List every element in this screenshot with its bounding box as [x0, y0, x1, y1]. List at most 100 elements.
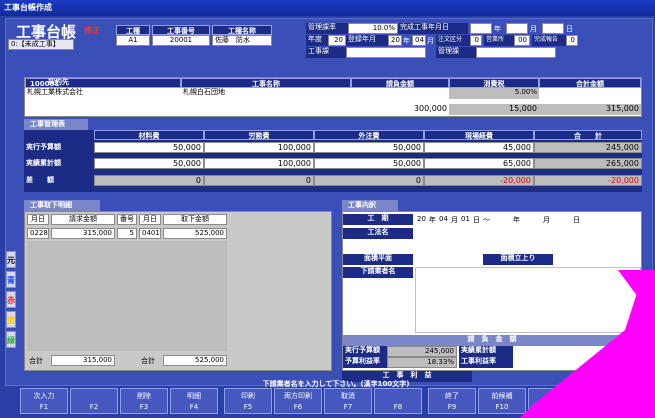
complete-year[interactable] [470, 23, 492, 34]
kind-input[interactable]: A1 [116, 35, 150, 46]
kind-label: 工種 [116, 25, 150, 35]
mgmt-cell: 0 [94, 175, 204, 186]
mgmt-cell[interactable]: 50,000 [94, 142, 204, 153]
mgmt-row-label: 実績累計額 [24, 159, 94, 170]
side-button-green[interactable]: 緑 [6, 331, 16, 348]
reg-month[interactable]: 04 [412, 35, 426, 46]
mgmt-row-label: 差 額 [24, 176, 94, 187]
detail-table: 月日 請求金額 番号 月日 取下金額 0228 315,000 5 0401 5… [24, 211, 332, 371]
period-y1[interactable]: 20 [417, 215, 426, 223]
tax-label: 消費税 [449, 78, 539, 88]
mgmt-row-label: 実行予算額 [24, 143, 94, 154]
period-tilde: ～ [483, 216, 490, 224]
mgmt-cell[interactable]: 50,000 [314, 158, 424, 169]
mgmt-cell-negative: -20,000 [424, 175, 534, 186]
f2-button[interactable]: F2 [70, 388, 118, 414]
fkey-key: F9 [447, 403, 457, 411]
mgmt-title: 工事管理表 [24, 119, 88, 130]
detail-col: 月日 [27, 214, 49, 225]
no-label: 工事番号 [152, 25, 210, 35]
f3-button[interactable]: 削除 F3 [120, 388, 168, 414]
mgmt-cell[interactable]: 100,000 [204, 158, 314, 169]
mgmt-col: 労務費 [204, 130, 314, 140]
side-button-moto[interactable]: 元 [6, 251, 16, 268]
mgmt-cell[interactable]: 100,000 [204, 142, 314, 153]
f10-button[interactable]: 前候補 F10 [478, 388, 526, 414]
client-value[interactable]: 札幌工業株式会社 [25, 88, 181, 99]
fkey-label: 削除 [137, 392, 151, 400]
total-value: 315,000 [539, 104, 641, 115]
side-button-red[interactable]: 赤 [6, 291, 16, 308]
budget-value: 245,000 [387, 346, 457, 357]
finish-label: 完成報告 [532, 35, 566, 46]
mgmt-cell[interactable]: 50,000 [94, 158, 204, 169]
period-d1[interactable]: 01 [461, 215, 470, 223]
up-label: 面積立上り [483, 254, 553, 265]
rate-value: 18.33% [387, 357, 457, 368]
complete-day[interactable] [542, 23, 564, 34]
period-y1u: 年 [429, 216, 436, 224]
fkey-key: F2 [89, 403, 99, 411]
name-label: 工種名称 [212, 25, 272, 35]
order-input[interactable]: 0 [470, 35, 482, 46]
work-label: 工事名称 [181, 78, 351, 88]
finish-input[interactable]: 0 [566, 35, 578, 46]
mgmt-col: 外注費 [314, 130, 424, 140]
work-value[interactable]: 札幌白石団地 [181, 88, 351, 99]
fkey-key: F4 [189, 403, 199, 411]
detail-total-label2: 合計 [141, 357, 155, 365]
mgmt-col: 現場経費 [424, 130, 534, 140]
reg-label: 登録年月 [346, 35, 388, 46]
detail-cell[interactable]: 315,000 [51, 228, 115, 239]
sales-input[interactable]: 00 [514, 35, 530, 46]
mgmt-cell[interactable]: 45,000 [424, 142, 534, 153]
method-label: 工法名 [343, 228, 413, 239]
f7-button[interactable]: 取消 F7 [324, 388, 372, 414]
name-input[interactable]: 佐藤 防水 [212, 35, 272, 46]
mgmt-col: 材料費 [94, 130, 204, 140]
detail-cell[interactable]: 0228 [27, 228, 49, 239]
detail-total-label: 合計 [29, 357, 43, 365]
f8-button[interactable]: F8 [374, 388, 422, 414]
f5-button[interactable]: 印刷 F5 [224, 388, 272, 414]
f4-button[interactable]: 明細 F4 [170, 388, 218, 414]
mgmt-rate-label: 管理課率 [306, 23, 348, 34]
complete-label: 完成工事年月日 [398, 23, 468, 34]
fiscal-input[interactable]: 20 [328, 35, 346, 46]
fkey-key: F3 [139, 403, 149, 411]
fkey-key: F6 [293, 403, 303, 411]
magenta-arrow-icon [520, 270, 655, 418]
mgr-input[interactable] [476, 47, 556, 58]
detail-cell[interactable]: 0401 [139, 228, 161, 239]
f9-button[interactable]: 終了 F9 [428, 388, 476, 414]
mgmt-cell: 245,000 [534, 142, 642, 153]
no-input[interactable]: 20001 [152, 35, 210, 46]
period-y2u: 年 [513, 216, 520, 224]
amount-value[interactable]: 300,000 [351, 104, 449, 115]
complete-year-unit: 年 [494, 25, 501, 33]
sales-label: 営業所 [484, 35, 514, 46]
side-button-yellow[interactable]: 黄 [6, 311, 16, 328]
period-d2u: 日 [573, 216, 580, 224]
fkey-label: 取消 [341, 392, 355, 400]
amount-label: 請負金額 [351, 78, 449, 88]
period-m1u: 月 [451, 216, 458, 224]
fiscal-label: 年度 [306, 35, 328, 46]
period-label: 工 期 [343, 214, 413, 225]
f6-button[interactable]: 両方印刷 F6 [274, 388, 322, 414]
period-m1[interactable]: 04 [439, 215, 448, 223]
complete-month[interactable] [506, 23, 528, 34]
mgmt-cell[interactable]: 65,000 [424, 158, 534, 169]
reg-year[interactable]: 20 [388, 35, 402, 46]
dept-input[interactable] [346, 47, 426, 58]
plan-label: 面積平面 [343, 254, 413, 265]
f1-button[interactable]: 次入力 F1 [20, 388, 68, 414]
detail-cell[interactable]: 525,000 [163, 228, 227, 239]
detail-col: 取下金額 [163, 214, 227, 225]
status-field: 0:【未成工事】 [8, 39, 74, 50]
mgmt-rate-input[interactable]: 10.0% [348, 23, 398, 34]
side-button-blue[interactable]: 青 [6, 271, 16, 288]
mgmt-cell[interactable]: 50,000 [314, 142, 424, 153]
fkey-key: F10 [495, 403, 509, 411]
detail-cell[interactable]: 5 [117, 228, 137, 239]
